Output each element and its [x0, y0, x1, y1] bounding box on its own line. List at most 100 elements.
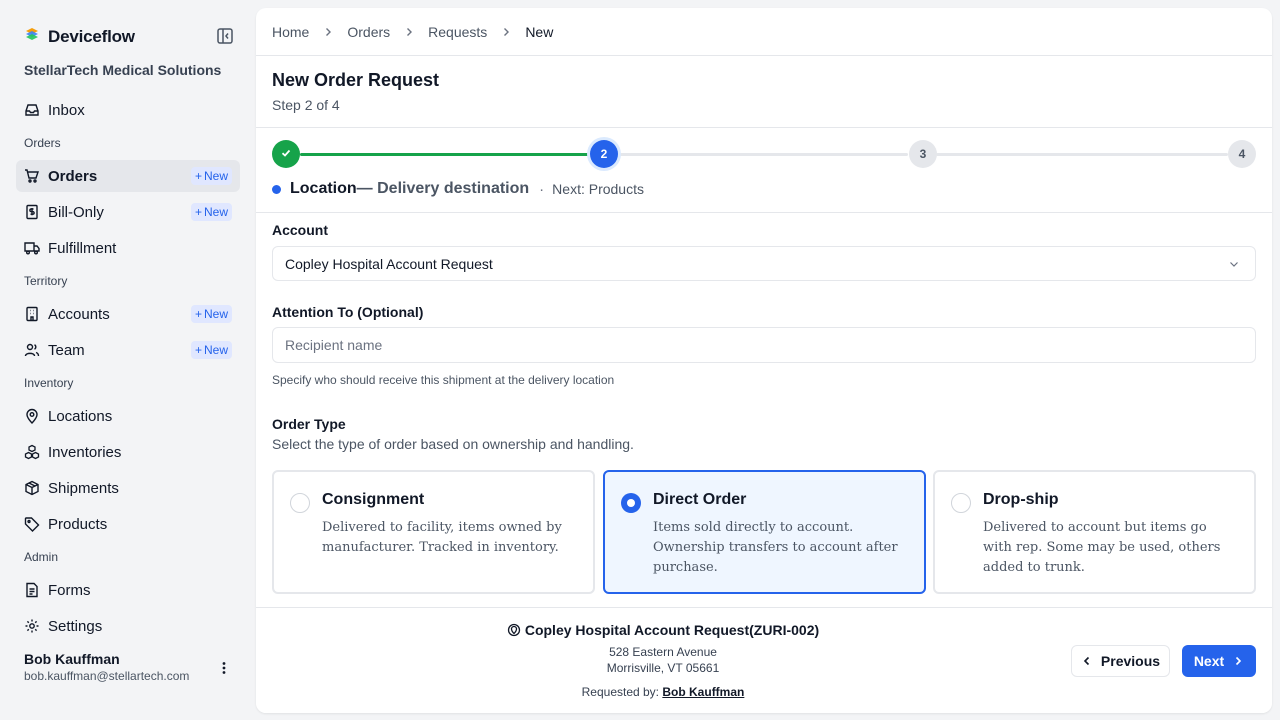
account-label: Account: [272, 222, 328, 238]
plus-icon: +: [194, 343, 202, 357]
new-account-button[interactable]: + New: [190, 305, 232, 323]
next-button[interactable]: Next: [1182, 645, 1256, 677]
sidebar-item-label: Forms: [48, 581, 91, 599]
step-4[interactable]: 4: [1228, 140, 1256, 168]
order-type-help: Select the type of order based on owners…: [272, 436, 634, 452]
sidebar-item-team[interactable]: Team + New: [16, 334, 240, 366]
previous-button[interactable]: Previous: [1071, 645, 1170, 677]
sidebar-item-accounts[interactable]: Accounts + New: [16, 298, 240, 330]
sidebar-item-forms[interactable]: Forms: [16, 574, 240, 606]
building-icon: [24, 306, 40, 322]
new-label: New: [203, 307, 228, 321]
step-3[interactable]: 3: [909, 140, 937, 168]
gear-icon: [24, 618, 40, 634]
file-text-icon: [24, 582, 40, 598]
order-type-title: Direct Order: [653, 491, 747, 508]
requested-by-user[interactable]: Bob Kauffman: [662, 685, 744, 699]
check-icon: [280, 147, 292, 162]
sidebar-toggle-icon[interactable]: [216, 27, 234, 45]
previous-label: Previous: [1100, 653, 1161, 669]
sidebar-item-label: Shipments: [48, 479, 119, 497]
deviceflow-logo-icon: [24, 26, 40, 47]
order-type-label: Order Type: [272, 416, 346, 432]
app-name: Deviceflow: [48, 26, 135, 46]
attention-help: Specify who should receive this shipment…: [272, 373, 615, 387]
sidebar-item-locations[interactable]: Locations: [16, 400, 240, 432]
order-type-dropship[interactable]: Drop-ship Delivered to account but items…: [933, 470, 1256, 594]
radio-button[interactable]: [290, 493, 310, 513]
stepper-track: [618, 153, 908, 156]
sidebar-item-label: Settings: [48, 617, 103, 635]
location-pin-icon: [507, 623, 521, 637]
breadcrumb-current: New: [525, 24, 554, 40]
more-vertical-icon[interactable]: [216, 660, 232, 676]
section-label-territory: Territory: [24, 274, 68, 288]
order-type-desc: Delivered to facility, items owned by ma…: [322, 520, 562, 555]
breadcrumb-requests[interactable]: Requests: [428, 24, 487, 40]
user-profile[interactable]: Bob Kauffman bob.kauffman@stellartech.co…: [24, 651, 189, 683]
plus-icon: +: [194, 205, 202, 219]
tag-icon: [24, 516, 40, 532]
page-title: New Order Request: [272, 70, 440, 90]
new-bill-only-button[interactable]: + New: [190, 203, 232, 221]
separator: ·: [539, 180, 545, 198]
account-value: Copley Hospital Account Request: [285, 255, 493, 272]
address-line-1: 528 Eastern Avenue: [609, 645, 717, 659]
sidebar-item-label: Team: [48, 341, 85, 359]
plus-icon: +: [194, 169, 202, 183]
sidebar-item-settings[interactable]: Settings: [16, 610, 240, 640]
sidebar-item-bill-only[interactable]: Bill-Only + New: [16, 196, 240, 228]
step-2[interactable]: 2: [590, 140, 618, 168]
brand[interactable]: Deviceflow: [24, 26, 135, 47]
radio-button-selected[interactable]: [621, 493, 641, 513]
requested-by: Requested by: Bob Kauffman: [256, 685, 1070, 699]
breadcrumb: Home Orders Requests New: [272, 24, 553, 40]
main-panel: Home Orders Requests New New Order Reque…: [256, 8, 1272, 713]
stepper-track: [936, 153, 1228, 156]
sidebar-item-label: Bill-Only: [48, 203, 104, 221]
divider: [256, 55, 1272, 56]
step-caption: Location — Delivery destination · Next: …: [272, 180, 644, 198]
sidebar-item-label: Accounts: [48, 305, 110, 323]
sidebar-item-label: Locations: [48, 407, 113, 425]
new-team-button[interactable]: + New: [190, 341, 232, 359]
sidebar-item-inventories[interactable]: Inventories: [16, 436, 240, 468]
delivery-account: Copley Hospital Account Request(ZURI-002…: [256, 622, 1070, 638]
attention-input[interactable]: [272, 327, 1256, 363]
stepper-track-complete: [300, 153, 590, 156]
sidebar-item-shipments[interactable]: Shipments: [16, 472, 240, 504]
new-label: New: [203, 205, 228, 219]
breadcrumb-orders[interactable]: Orders: [347, 24, 390, 40]
sidebar-item-label: Products: [48, 515, 108, 533]
chevron-down-icon: [1227, 257, 1241, 274]
stepper: 2 3 4: [272, 139, 1256, 169]
sidebar-item-products[interactable]: Products: [16, 508, 240, 540]
chevron-right-icon: [323, 27, 333, 37]
page-step: Step 2 of 4: [272, 97, 340, 113]
new-label: New: [203, 169, 228, 183]
sidebar-nav: Inbox Orders Orders + New Bill-Only + New …: [16, 94, 240, 640]
user-name: Bob Kauffman: [24, 651, 120, 667]
order-type-direct[interactable]: Direct Order Items sold directly to acco…: [603, 470, 926, 594]
order-type-desc: Delivered to account but items go with r…: [983, 520, 1221, 575]
order-type-desc: Items sold directly to account. Ownershi…: [653, 520, 898, 575]
package-icon: [24, 480, 40, 496]
sidebar-item-fulfillment[interactable]: Fulfillment: [16, 232, 240, 264]
boxes-icon: [24, 444, 40, 460]
inbox-icon: [24, 102, 40, 118]
next-step-label: Next: Products: [552, 181, 644, 197]
plus-icon: +: [194, 307, 202, 321]
attention-label: Attention To (Optional): [272, 304, 424, 320]
step-1[interactable]: [272, 140, 300, 168]
new-order-button[interactable]: + New: [190, 167, 232, 185]
breadcrumb-home[interactable]: Home: [272, 24, 309, 40]
sidebar-item-inbox[interactable]: Inbox: [16, 94, 240, 126]
order-type-consignment[interactable]: Consignment Delivered to facility, items…: [272, 470, 595, 594]
sidebar-item-label: Fulfillment: [48, 239, 117, 257]
radio-button[interactable]: [951, 493, 971, 513]
order-type-title: Consignment: [322, 491, 425, 508]
sidebar-item-orders[interactable]: Orders + New: [16, 160, 240, 192]
sidebar-item-label: Orders: [48, 167, 98, 185]
receipt-icon: [24, 204, 40, 220]
account-select[interactable]: Copley Hospital Account Request: [272, 246, 1256, 281]
